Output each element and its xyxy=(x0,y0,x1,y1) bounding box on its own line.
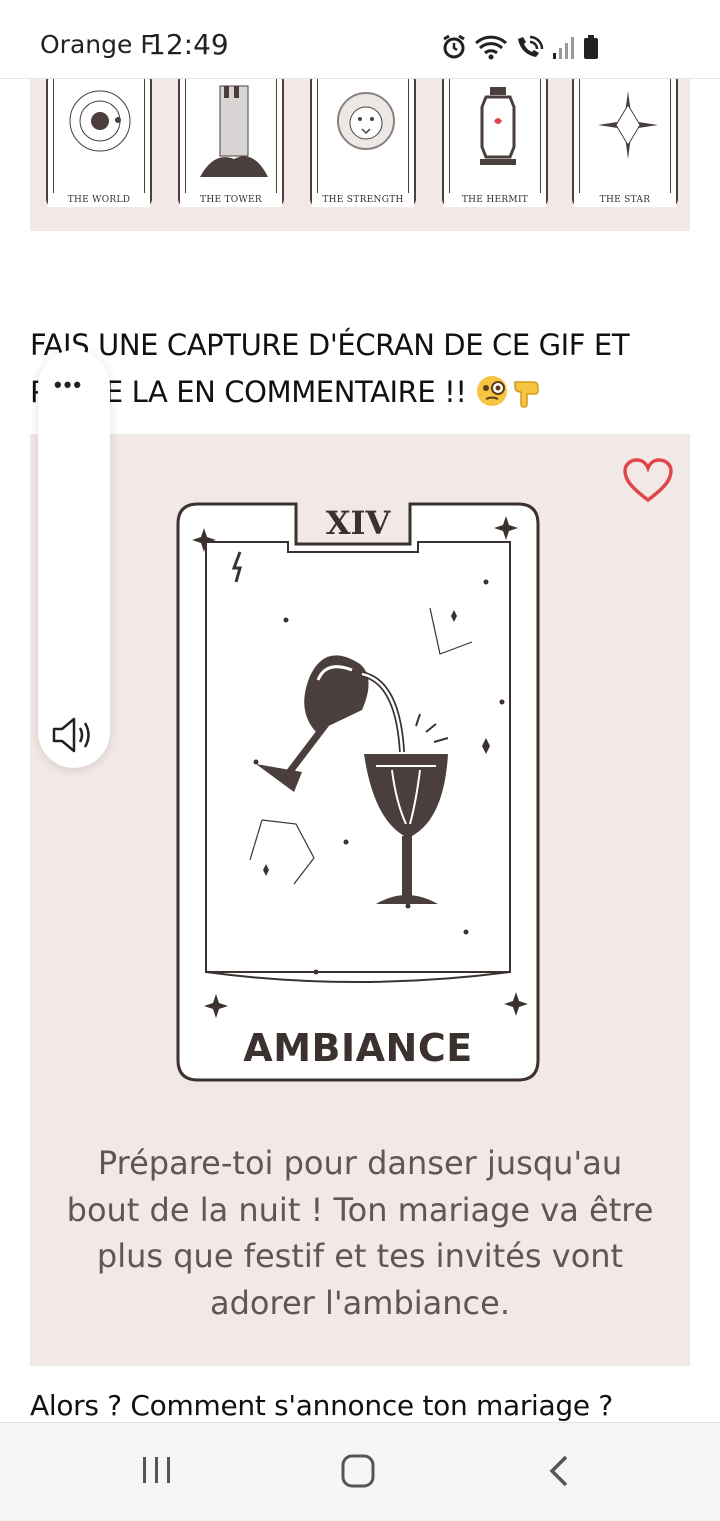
card-the-hermit: THE HERMIT xyxy=(442,79,548,207)
alarm-icon xyxy=(443,34,465,59)
monocle-face-emoji xyxy=(477,376,508,406)
card-the-tower: THE TOWER xyxy=(178,79,284,207)
lantern-icon xyxy=(480,87,516,165)
lion-icon xyxy=(337,92,395,150)
recents-icon[interactable] xyxy=(140,1453,174,1487)
speaker-icon[interactable] xyxy=(50,715,96,755)
home-icon[interactable] xyxy=(340,1453,376,1489)
ambiance-card: XIV AMBIANCE xyxy=(176,502,540,1082)
card-description: Prépare-toi pour danser jusqu'au bout de… xyxy=(50,1140,670,1326)
card-title: AMBIANCE xyxy=(243,1026,473,1070)
battery-icon xyxy=(584,35,598,59)
card-the-world: THE WORLD xyxy=(46,79,152,207)
card-number: XIV xyxy=(325,504,391,542)
card-caption: THE TOWER xyxy=(180,193,282,207)
card-illustration xyxy=(176,502,540,1082)
wifi-calling-icon xyxy=(518,35,544,57)
card-the-star: THE STAR xyxy=(572,79,678,207)
headline-line-1: FAIS UNE CAPTURE D'ÉCRAN DE CE GIF ET xyxy=(30,328,630,362)
post-headline: FAIS UNE CAPTURE D'ÉCRAN DE CE GIF ET PO… xyxy=(30,322,690,416)
status-icons xyxy=(440,30,600,64)
headline-line-2: POSTE LA EN COMMENTAIRE !! xyxy=(30,369,690,416)
more-icon[interactable]: ••• xyxy=(54,372,83,398)
description-line-1: Prépare-toi pour danser jusqu'au xyxy=(97,1144,623,1182)
pointing-down-emoji xyxy=(514,381,540,408)
card-caption: THE STAR xyxy=(574,193,676,207)
card-caption: THE HERMIT xyxy=(444,193,546,207)
wifi-icon xyxy=(474,35,508,60)
tower-icon xyxy=(200,85,268,177)
card-caption: THE STRENGTH xyxy=(312,193,414,207)
tarot-gif[interactable]: XIV AMBIANCE Prépare-toi pour danser jus… xyxy=(30,434,690,1366)
world-icon xyxy=(69,90,131,152)
carrier-name: Orange F xyxy=(40,30,155,59)
floating-controls: ••• xyxy=(38,350,110,768)
clock: 12:49 xyxy=(148,28,229,61)
signal-icon xyxy=(553,37,574,59)
tarot-cards-strip: THE WORLD THE TOWER THE STRENGTH THE HER… xyxy=(30,79,690,231)
post-question: Alors ? Comment s'annonce ton mariage ? xyxy=(30,1389,613,1422)
heart-icon[interactable] xyxy=(622,458,674,504)
description-line-4: adorer l'ambiance. xyxy=(210,1283,510,1322)
back-icon[interactable] xyxy=(546,1453,572,1489)
star-icon xyxy=(598,91,658,159)
card-caption: THE WORLD xyxy=(48,193,150,207)
card-the-strength: THE STRENGTH xyxy=(310,79,416,207)
description-line-2: bout de la nuit ! Ton mariage va être xyxy=(66,1190,654,1229)
description-line-3: plus que festif et tes invités vont xyxy=(96,1237,624,1275)
status-bar: Orange F 12:49 xyxy=(0,0,720,79)
navigation-bar xyxy=(0,1422,720,1521)
